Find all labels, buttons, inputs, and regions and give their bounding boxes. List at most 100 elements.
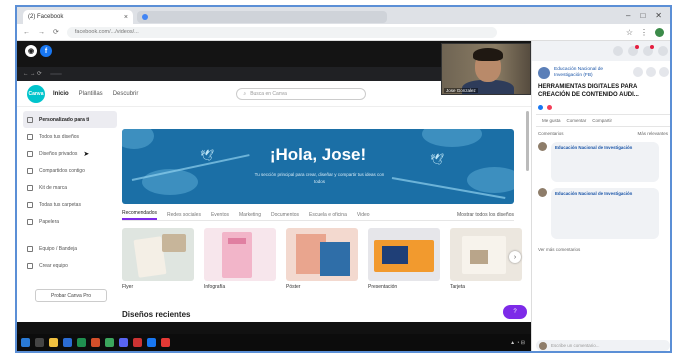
sidebar-item-disenos[interactable]: Todos tus diseños [23, 128, 117, 145]
folder-icon [27, 201, 33, 208]
like-page-icon[interactable] [646, 67, 656, 77]
messenger-icon[interactable] [628, 45, 639, 56]
sidebar-item-equipo[interactable]: Equipo / Bandeja [23, 240, 117, 257]
help-button[interactable]: ? [503, 305, 527, 319]
more-comments-link[interactable]: Ver más comentarios [532, 243, 670, 256]
browser-tab-2[interactable] [137, 11, 387, 23]
tab-redes-sociales[interactable]: Redes sociales [167, 212, 201, 218]
write-comment-input[interactable]: Escribe un comentario... [536, 340, 670, 351]
follow-icon[interactable] [633, 67, 643, 77]
chrome-taskbar-icon[interactable] [105, 338, 114, 347]
excel-taskbar-icon[interactable] [77, 338, 86, 347]
category-tabs: Recomendados Redes sociales Eventos Mark… [122, 209, 514, 221]
like-button[interactable]: Me gusta [542, 118, 561, 123]
hero-greeting: ¡Hola, Jose! [269, 145, 367, 164]
more-options-icon[interactable] [659, 67, 669, 77]
home-icon [27, 116, 33, 123]
browser-tab-facebook[interactable]: (2) Facebook × [23, 10, 538, 48]
commenter-avatar[interactable] [538, 187, 547, 197]
sidebar-item-label: Equipo / Bandeja [39, 245, 78, 252]
canva-logo[interactable]: Canva [27, 84, 45, 103]
tab-escuela[interactable]: Escuela e oficina [309, 212, 347, 218]
close-window-button[interactable]: ✕ [655, 11, 662, 20]
star-icon[interactable]: ☆ [626, 28, 633, 37]
menu-icon[interactable] [613, 46, 623, 56]
facebook-taskbar-icon[interactable] [147, 338, 156, 347]
brand-icon [27, 184, 33, 191]
inner-browser-tab [49, 73, 62, 75]
comment-button[interactable]: Comentar [567, 118, 587, 123]
share-button[interactable]: Compartir [592, 118, 612, 123]
address-bar[interactable]: facebook.com/.../videos/... [66, 26, 497, 38]
template-card-poster[interactable]: Póster [286, 228, 358, 303]
maximize-button[interactable]: □ [640, 11, 645, 20]
commenter-avatar[interactable] [538, 142, 547, 151]
canva-nav: Inicio Plantillas Descubrir [53, 91, 138, 97]
nav-plantillas[interactable]: Plantillas [79, 91, 103, 97]
word-taskbar-icon[interactable] [63, 338, 72, 347]
profile-avatar[interactable] [655, 27, 664, 37]
minimize-button[interactable]: – [626, 11, 630, 20]
inner-nav-icons: ← → ⟳ [23, 71, 42, 77]
show-all-link[interactable]: Mostrar todos los diseños [457, 212, 514, 218]
shared-screen-video: ◉ f ← → ⟳ Canva Inicio Plantillas Descub… [17, 41, 531, 334]
sidebar-item-privados[interactable]: Diseños privados ➤ [23, 145, 117, 162]
search-taskbar-icon[interactable] [35, 338, 44, 347]
notifications-icon[interactable] [643, 45, 654, 56]
sidebar-item-label: Kit de marca [39, 184, 68, 191]
tab-marketing[interactable]: Marketing [239, 212, 261, 218]
webcam-overlay: Jose Gonzalez [441, 43, 531, 95]
template-card-presentacion[interactable]: Presentación [368, 228, 440, 303]
nav-descubrir[interactable]: Descubrir [113, 91, 139, 97]
teams-taskbar-icon[interactable] [119, 338, 128, 347]
record-taskbar-icon[interactable] [161, 338, 170, 347]
tab-eventos[interactable]: Eventos [211, 212, 229, 218]
tab-documentos[interactable]: Documentos [271, 212, 299, 218]
trash-icon [27, 218, 33, 225]
back-arrow-icon[interactable]: ← [23, 29, 30, 36]
browser-tab-title: (2) Facebook [28, 14, 64, 20]
card-thumbnail [122, 228, 194, 281]
sidebar-item-marca[interactable]: Kit de marca [23, 179, 117, 196]
sidebar-item-crear-equipo[interactable]: Crear equipo [23, 257, 117, 274]
folder-taskbar-icon[interactable] [49, 338, 58, 347]
sidebar-item-papelera[interactable]: Papelera [23, 213, 117, 230]
window-controls: – □ ✕ [626, 11, 670, 20]
canva-sidebar: Personalizado para ti Todos tus diseños … [23, 111, 117, 316]
sidebar-item-carpetas[interactable]: Todas tus carpetas [23, 196, 117, 213]
love-reaction-icon [547, 105, 552, 110]
sidebar-item-label: Papelera [39, 218, 60, 225]
post-title: HERRAMIENTAS DIGITALES PARA CREACIÓN DE … [538, 84, 639, 98]
powerpoint-taskbar-icon[interactable] [91, 338, 100, 347]
page-avatar[interactable] [538, 67, 550, 79]
try-pro-button[interactable]: Probar Canva Pro [35, 289, 107, 302]
comments-sort: Comentarios Más relevantes [532, 127, 670, 140]
forward-arrow-icon[interactable]: → [38, 29, 45, 36]
start-icon[interactable] [21, 338, 30, 347]
tab-video[interactable]: Video [357, 212, 370, 218]
sidebar-item-label: Diseños privados [39, 150, 78, 157]
grid-icon [27, 133, 33, 140]
nav-inicio[interactable]: Inicio [53, 91, 69, 97]
extensions-icon[interactable]: ⋮ [640, 28, 648, 37]
canva-search-input[interactable]: ⌕ Busca en Canva [236, 87, 367, 100]
reload-icon[interactable]: ⟳ [53, 28, 59, 36]
tab-recomendados[interactable]: Recomendados [122, 210, 158, 220]
sort-dropdown[interactable]: Más relevantes [637, 131, 668, 136]
app-taskbar-icon[interactable] [133, 338, 142, 347]
page-name[interactable]: Educación Nacional de Investigación (FB) [554, 67, 614, 79]
template-card-infografia[interactable]: Infografía [204, 228, 276, 303]
tab-favicon-icon [142, 14, 148, 20]
template-card-flyer[interactable]: Flyer [122, 228, 194, 303]
page-scrollbar[interactable] [526, 111, 529, 171]
sidebar-item-personalizado[interactable]: Personalizado para ti [23, 111, 117, 128]
account-icon[interactable] [658, 46, 668, 56]
post-header-buttons [633, 67, 669, 77]
tray-icons: ▲ ◔ ⊟ [510, 339, 525, 346]
carousel-next-button[interactable]: › [509, 251, 521, 263]
template-card-tarjeta[interactable]: Tarjeta [450, 228, 522, 303]
close-tab-icon[interactable]: × [124, 14, 128, 21]
team-icon [27, 245, 33, 252]
sidebar-item-compartidos[interactable]: Compartidos contigo [23, 162, 117, 179]
